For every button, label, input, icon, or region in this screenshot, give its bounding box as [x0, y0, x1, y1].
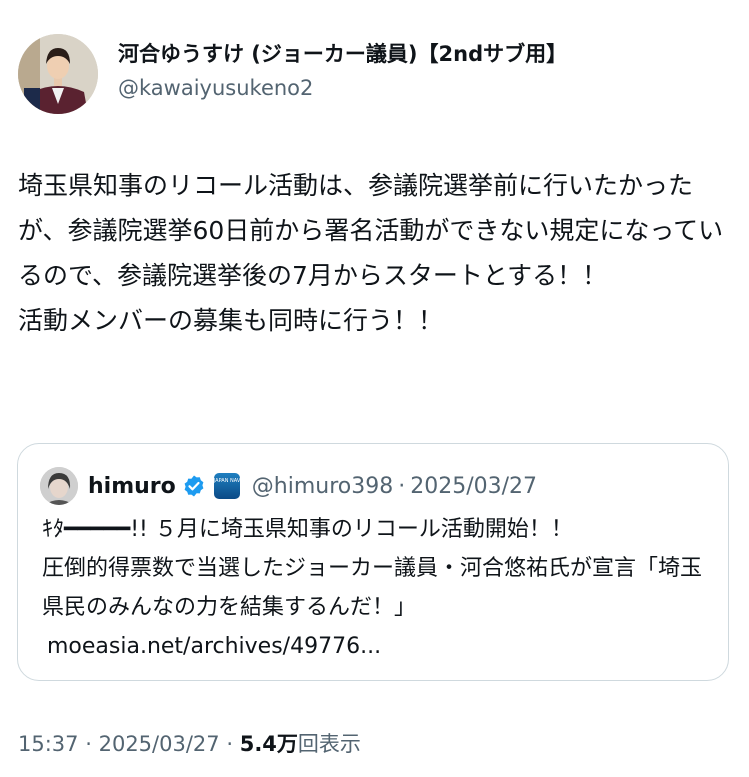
author-handle[interactable]: @kawaiyusukeno2: [118, 74, 567, 102]
quoted-tweet-date[interactable]: 2025/03/27: [410, 474, 537, 499]
author-block: 河合ゆうすけ (ジョーカー議員)【2ndサブ用】 @kawaiyusukeno2: [118, 40, 567, 102]
quoted-author-avatar[interactable]: [40, 467, 78, 505]
author-display-name[interactable]: 河合ゆうすけ (ジョーカー議員)【2ndサブ用】: [118, 40, 567, 68]
quoted-author-handle[interactable]: @himuro398: [252, 474, 393, 499]
quoted-tweet-link[interactable]: moeasia.net/archives/49776...: [42, 634, 381, 659]
author-avatar-image: [18, 34, 98, 114]
quoted-avatar-image: [40, 467, 78, 505]
views-count: 5.4万: [239, 732, 298, 756]
meta-separator: ·: [226, 732, 234, 756]
tweet-time[interactable]: 15:37: [18, 732, 79, 756]
tweet-meta: 15:37 · 2025/03/27 · 5.4万回表示: [18, 730, 361, 758]
quoted-tweet-body: ｷﾀ━━━━━!! ５月に埼玉県知事のリコール活動開始！！ 圧倒的得票数で当選し…: [42, 510, 712, 666]
quoted-tweet-card[interactable]: himuro JAPAN NAVIO @himuro398 · 2025/03/…: [17, 443, 729, 681]
tweet-date[interactable]: 2025/03/27: [99, 732, 220, 756]
quoted-tweet-header: himuro JAPAN NAVIO @himuro398 · 2025/03/…: [40, 466, 537, 506]
meta-separator: ·: [85, 732, 92, 756]
tweet-text: 埼玉県知事のリコール活動は、参議院選挙前に行いたかったが、参議院選挙60日前から…: [18, 171, 724, 335]
affiliation-badge-icon[interactable]: JAPAN NAVIO: [213, 473, 240, 499]
quoted-header-separator: ·: [398, 473, 406, 499]
views-label: 回表示: [297, 732, 361, 756]
author-avatar[interactable]: [18, 34, 98, 114]
quoted-tweet-text: ｷﾀ━━━━━!! ５月に埼玉県知事のリコール活動開始！！ 圧倒的得票数で当選し…: [42, 517, 703, 620]
quoted-author-name[interactable]: himuro: [88, 474, 176, 499]
verified-badge-icon: [184, 475, 204, 497]
